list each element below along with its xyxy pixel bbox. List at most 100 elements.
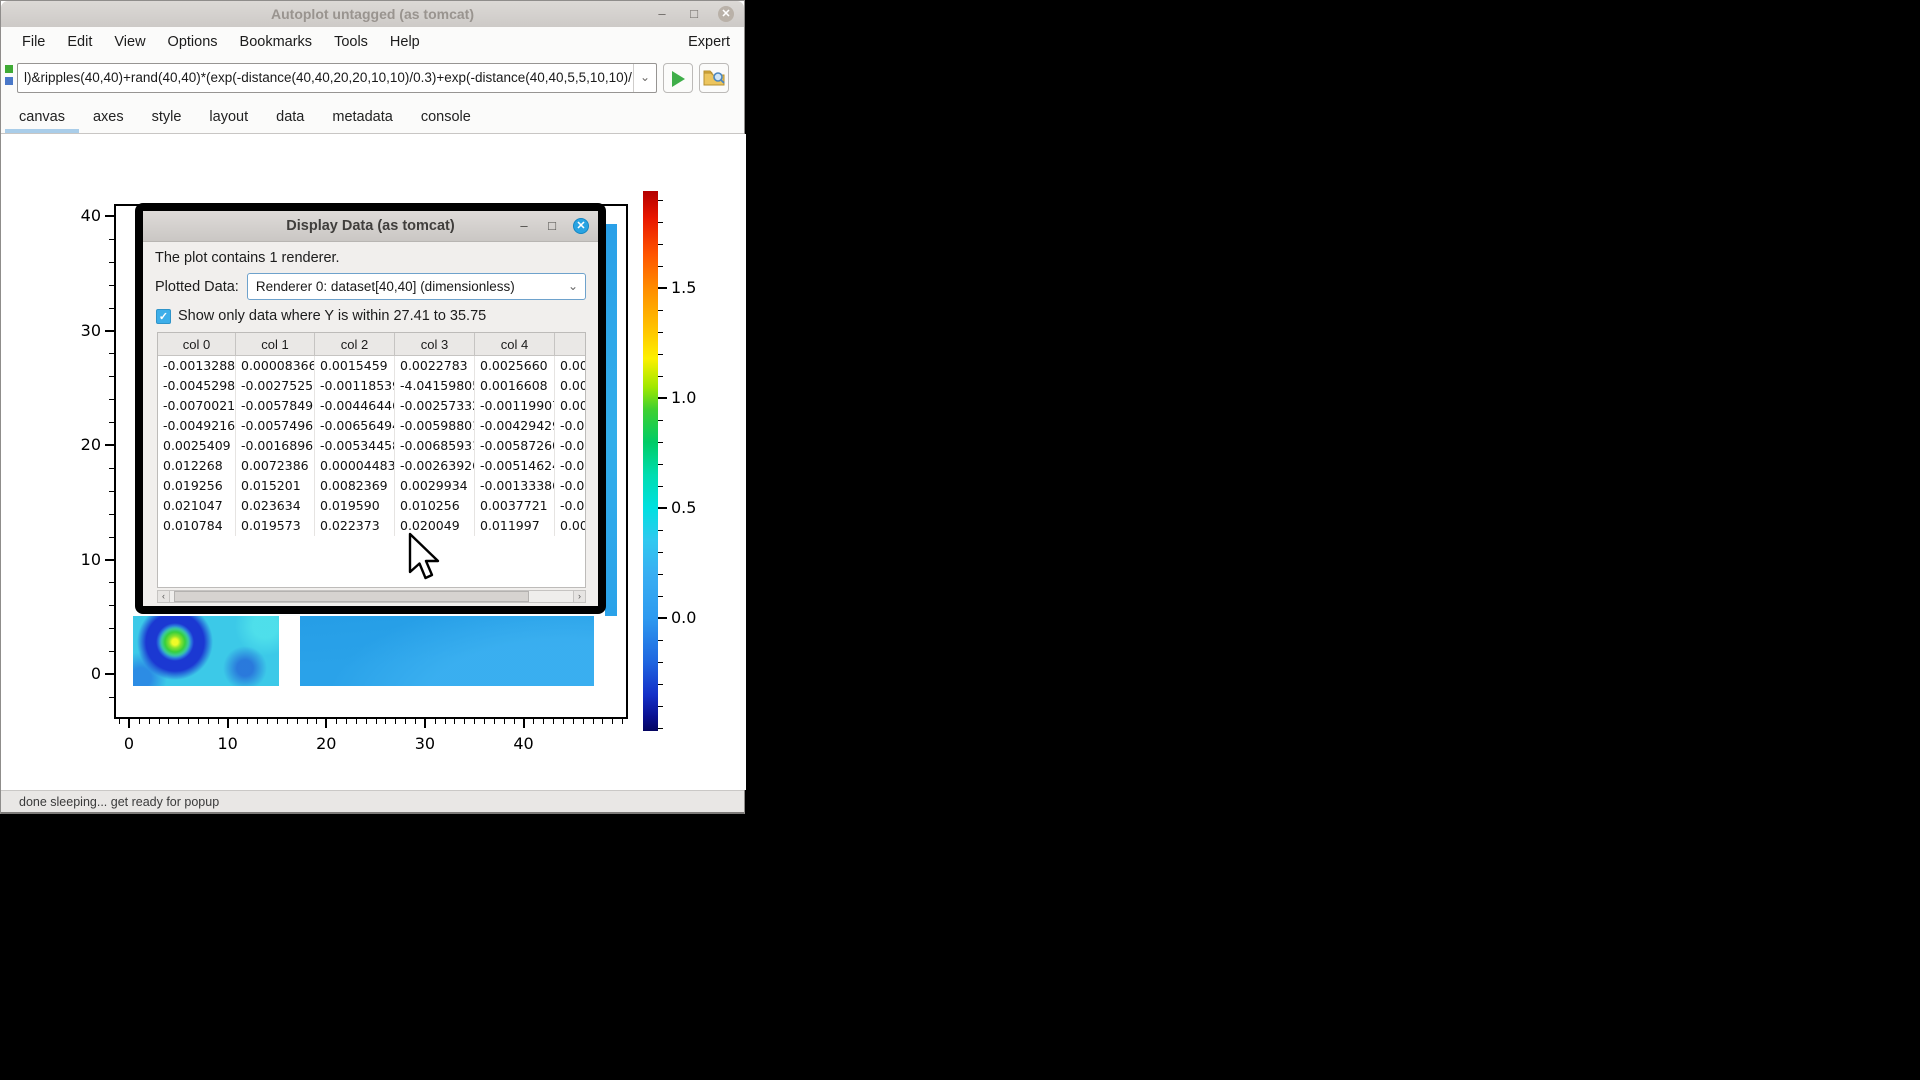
tick-mark bbox=[445, 719, 446, 724]
horizontal-scrollbar[interactable]: ‹ › bbox=[157, 590, 586, 603]
tick-mark bbox=[553, 719, 554, 724]
menu-item-help[interactable]: Help bbox=[379, 34, 431, 50]
tick-mark bbox=[658, 244, 663, 245]
table-row[interactable]: -0.00700218...-0.00578497...-0.00446446.… bbox=[158, 396, 585, 416]
chevron-down-icon: ⌄ bbox=[568, 274, 578, 299]
table-header-row: col 0col 1col 2col 3col 4 bbox=[158, 333, 585, 356]
tick-mark bbox=[533, 719, 534, 724]
table-header-cell: col 1 bbox=[236, 333, 315, 356]
table-cell: 0.022373 bbox=[315, 516, 395, 536]
table-row[interactable]: -0.00132880...0.0000836620.00154590.0022… bbox=[158, 356, 585, 376]
dialog-minimize-icon[interactable]: – bbox=[516, 218, 532, 234]
table-cell: -0.00534458... bbox=[315, 436, 395, 456]
table-header-cell: col 3 bbox=[395, 333, 475, 356]
minimize-icon[interactable]: – bbox=[654, 6, 670, 22]
dialog-maximize-icon[interactable]: □ bbox=[544, 218, 560, 234]
menu-item-bookmarks[interactable]: Bookmarks bbox=[229, 34, 324, 50]
table-cell: -0.00133386... bbox=[475, 476, 555, 496]
menu-item-edit[interactable]: Edit bbox=[56, 34, 103, 50]
tick-mark bbox=[474, 719, 475, 724]
tick-mark bbox=[109, 399, 114, 400]
table-cell: -0.00275250... bbox=[236, 376, 315, 396]
heatmap-stripe-right bbox=[605, 224, 617, 616]
tick-mark bbox=[105, 330, 114, 332]
uri-input[interactable]: l)&ripples(40,40)+rand(40,40)*(exp(-dist… bbox=[17, 63, 657, 93]
table-cell: -0.0 bbox=[555, 416, 586, 436]
tab-data[interactable]: data bbox=[262, 101, 318, 133]
dialog-titlebar[interactable]: Display Data (as tomcat) – □ ✕ bbox=[143, 211, 598, 242]
tick-mark bbox=[658, 442, 663, 443]
scroll-left-icon[interactable]: ‹ bbox=[157, 590, 170, 603]
table-cell: -0.00257332... bbox=[395, 396, 475, 416]
tick-mark bbox=[658, 662, 663, 663]
table-cell: 0.015201 bbox=[236, 476, 315, 496]
table-row[interactable]: -0.00452980...-0.00275250...-0.00118539.… bbox=[158, 376, 585, 396]
tick-mark bbox=[109, 605, 114, 606]
table-row[interactable]: 0.0210470.0236340.0195900.0102560.003772… bbox=[158, 496, 585, 516]
tick-mark bbox=[237, 719, 238, 724]
table-row[interactable]: 0.0025409-0.00168966...-0.00534458...-0.… bbox=[158, 436, 585, 456]
menu-item-tools[interactable]: Tools bbox=[323, 34, 379, 50]
tick-mark bbox=[109, 537, 114, 538]
scrollbar-track[interactable] bbox=[170, 590, 573, 603]
tick-mark bbox=[109, 697, 114, 698]
browse-button[interactable] bbox=[699, 63, 729, 93]
scroll-right-icon[interactable]: › bbox=[573, 590, 586, 603]
heatmap-patch-right bbox=[300, 616, 594, 686]
tick-mark bbox=[504, 719, 505, 724]
menu-bar: FileEditViewOptionsBookmarksToolsHelp Ex… bbox=[1, 27, 744, 57]
table-cell: 0.0029934 bbox=[395, 476, 475, 496]
tab-axes[interactable]: axes bbox=[79, 101, 138, 133]
tab-bar: canvasaxesstylelayoutdatametadataconsole bbox=[1, 101, 744, 134]
tick-mark bbox=[658, 728, 663, 729]
table-cell: -0.00446446... bbox=[315, 396, 395, 416]
table-row[interactable]: 0.0192560.0152010.00823690.0029934-0.001… bbox=[158, 476, 585, 496]
scrollbar-thumb[interactable] bbox=[174, 591, 529, 602]
table-row[interactable]: 0.0107840.0195730.0223730.0200490.011997… bbox=[158, 516, 585, 536]
plot-canvas[interactable]: 0102030400102030401.51.00.50.0 Display D… bbox=[1, 134, 746, 790]
dialog-close-icon[interactable]: ✕ bbox=[573, 218, 589, 234]
axis-tick-label: 0 bbox=[109, 734, 149, 753]
close-icon[interactable]: ✕ bbox=[718, 6, 734, 22]
menu-item-file[interactable]: File bbox=[11, 34, 56, 50]
tick-mark bbox=[658, 617, 667, 619]
table-cell: -4.04159805... bbox=[395, 376, 475, 396]
renderer-select[interactable]: Renderer 0: dataset[40,40] (dimensionles… bbox=[247, 273, 586, 300]
tick-mark bbox=[109, 651, 114, 652]
menu-expert[interactable]: Expert bbox=[688, 27, 730, 56]
tick-mark bbox=[188, 719, 189, 724]
menu-item-view[interactable]: View bbox=[103, 34, 156, 50]
window-titlebar[interactable]: Autoplot untagged (as tomcat) – □ ✕ bbox=[1, 1, 744, 28]
tick-mark bbox=[109, 422, 114, 423]
tick-mark bbox=[109, 582, 114, 583]
play-icon bbox=[672, 71, 685, 87]
chevron-down-icon[interactable]: ⌄ bbox=[633, 64, 656, 92]
table-cell: 0.0015459 bbox=[315, 356, 395, 376]
filter-checkbox[interactable]: ✓ bbox=[156, 309, 171, 324]
axis-tick-label: 30 bbox=[61, 321, 101, 340]
tick-mark bbox=[366, 719, 367, 724]
go-button[interactable] bbox=[663, 63, 693, 93]
tab-metadata[interactable]: metadata bbox=[318, 101, 406, 133]
table-cell: -0.00452980... bbox=[158, 376, 236, 396]
tick-mark bbox=[658, 706, 663, 707]
tab-style[interactable]: style bbox=[138, 101, 196, 133]
tab-canvas[interactable]: canvas bbox=[5, 101, 79, 133]
table-row[interactable]: -0.00492163...-0.00574966...-0.00656494.… bbox=[158, 416, 585, 436]
table-cell: -0.00578497... bbox=[236, 396, 315, 416]
table-cell: -0.00263926... bbox=[395, 456, 475, 476]
uri-text: l)&ripples(40,40)+rand(40,40)*(exp(-dist… bbox=[24, 64, 632, 92]
folder-search-icon bbox=[700, 64, 728, 92]
table-row[interactable]: 0.0122680.00723860.000044839-0.00263926.… bbox=[158, 456, 585, 476]
table-cell: 0.000044839 bbox=[315, 456, 395, 476]
table-cell: 0.00 bbox=[555, 376, 586, 396]
maximize-icon[interactable]: □ bbox=[686, 6, 702, 22]
tab-console[interactable]: console bbox=[407, 101, 485, 133]
table-cell: -0.00118539... bbox=[315, 376, 395, 396]
data-table: col 0col 1col 2col 3col 4 -0.00132880...… bbox=[157, 332, 586, 588]
axis-tick-label: 40 bbox=[504, 734, 544, 753]
tick-mark bbox=[109, 308, 114, 309]
tab-layout[interactable]: layout bbox=[195, 101, 262, 133]
tick-mark bbox=[658, 222, 663, 223]
menu-item-options[interactable]: Options bbox=[157, 34, 229, 50]
